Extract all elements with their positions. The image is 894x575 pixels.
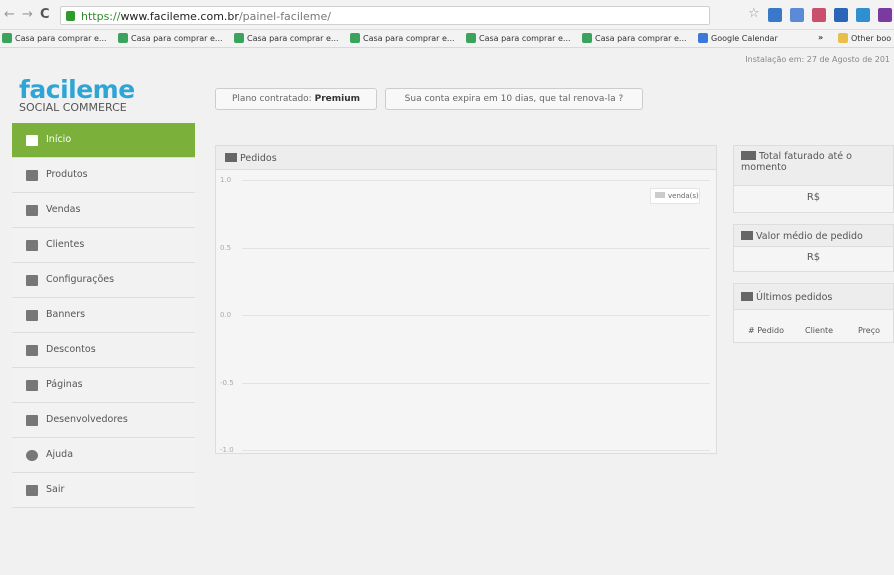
developer-icon xyxy=(26,415,38,426)
back-icon[interactable]: ← xyxy=(4,7,15,22)
chart-legend: venda(s) xyxy=(650,188,700,204)
sidebar-item-clientes[interactable]: Clientes xyxy=(12,228,195,263)
users-icon xyxy=(26,240,38,251)
url-text: https://www.facileme.com.br/painel-facil… xyxy=(81,10,331,23)
line-chart-icon xyxy=(225,153,237,162)
forward-icon[interactable]: → xyxy=(22,7,33,22)
gears-icon xyxy=(26,275,38,286)
average-order-header: Valor médio de pedido xyxy=(734,225,893,247)
legend-label: venda(s) xyxy=(668,192,699,200)
plan-badge: Plano contratado: Premium xyxy=(215,88,377,110)
grid-line xyxy=(242,180,710,181)
extension-icon[interactable] xyxy=(834,8,848,22)
lock-icon xyxy=(66,11,75,21)
bookmark-icon xyxy=(582,33,592,43)
y-tick-label: -1.0 xyxy=(220,446,234,454)
banner-icon xyxy=(26,310,38,321)
bookmark-icon xyxy=(350,33,360,43)
other-bookmarks[interactable]: Other boo xyxy=(838,33,891,43)
money-icon xyxy=(741,151,756,160)
orders-chart: 1.0 0.5 0.0 -0.5 -1.0 xyxy=(216,170,716,454)
total-revenue-header: Total faturado até o momento xyxy=(734,146,893,186)
cart-icon xyxy=(741,292,753,301)
browser-toolbar: ← → C https://www.facileme.com.br/painel… xyxy=(0,0,894,30)
plan-value: Premium xyxy=(314,94,360,104)
y-tick-label: 0.0 xyxy=(220,311,232,319)
extension-icon[interactable] xyxy=(856,8,870,22)
home-icon xyxy=(26,135,38,146)
sidebar-item-vendas[interactable]: Vendas xyxy=(12,193,195,228)
extension-icon[interactable] xyxy=(790,8,804,22)
bookmark-item[interactable]: Casa para comprar e... xyxy=(2,33,107,43)
folder-icon xyxy=(26,170,38,181)
column-header-preco[interactable]: Preço xyxy=(858,326,880,335)
renew-button[interactable]: Sua conta expira em 10 dias, que tal ren… xyxy=(385,88,643,110)
bookmark-item[interactable]: Casa para comprar e... xyxy=(350,33,455,43)
sidebar-item-ajuda[interactable]: Ajuda xyxy=(12,438,195,473)
bookmark-icon xyxy=(466,33,476,43)
page-icon xyxy=(26,380,38,391)
sidebar-item-descontos[interactable]: Descontos xyxy=(12,333,195,368)
logo[interactable]: facileme SOCIAL COMMERCE xyxy=(19,77,135,114)
install-date: Instalação em: 27 de Agosto de 201 xyxy=(745,55,890,64)
extension-icon[interactable] xyxy=(812,8,826,22)
grid-line xyxy=(242,382,710,384)
calendar-icon xyxy=(698,33,708,43)
logout-icon xyxy=(26,485,38,496)
bookmarks-bar: Casa para comprar e... Casa para comprar… xyxy=(0,30,894,48)
tag-icon xyxy=(26,345,38,356)
bookmark-item[interactable]: Casa para comprar e... xyxy=(582,33,687,43)
average-order-panel: Valor médio de pedido R$ xyxy=(733,224,894,272)
extension-icon[interactable] xyxy=(768,8,782,22)
sidebar-item-desenvolvedores[interactable]: Desenvolvedores xyxy=(12,403,195,438)
grid-line xyxy=(242,315,710,316)
sidebar-item-produtos[interactable]: Produtos xyxy=(12,158,195,193)
orders-chart-panel: Pedidos 1.0 0.5 0.0 -0.5 -1.0 venda(s) xyxy=(215,145,717,454)
bookmark-google-calendar[interactable]: Google Calendar xyxy=(698,33,778,43)
sidebar-item-inicio[interactable]: Início xyxy=(12,123,195,158)
sidebar-item-sair[interactable]: Sair xyxy=(12,473,195,508)
legend-swatch xyxy=(655,192,665,198)
sidebar-nav: Início Produtos Vendas Clientes Configur… xyxy=(12,123,195,508)
sidebar-item-configuracoes[interactable]: Configurações xyxy=(12,263,195,298)
y-tick-label: 1.0 xyxy=(220,176,232,184)
bookmark-icon xyxy=(234,33,244,43)
y-tick-label: -0.5 xyxy=(220,378,234,387)
help-icon xyxy=(26,450,38,461)
sidebar-item-paginas[interactable]: Páginas xyxy=(12,368,195,403)
folder-icon xyxy=(838,33,848,43)
bookmark-item[interactable]: Casa para comprar e... xyxy=(118,33,223,43)
sidebar-item-banners[interactable]: Banners xyxy=(12,298,195,333)
bookmark-icon xyxy=(2,33,12,43)
latest-orders-header: Últimos pedidos xyxy=(734,284,893,310)
coins-icon xyxy=(741,231,753,240)
logo-sub: SOCIAL COMMERCE xyxy=(19,101,127,114)
bookmarks-overflow-button[interactable]: » xyxy=(818,33,823,42)
grid-line xyxy=(242,247,710,249)
reload-icon[interactable]: C xyxy=(40,7,50,22)
bookmark-icon xyxy=(118,33,128,43)
total-revenue-value: R$ xyxy=(806,192,821,203)
column-header-cliente[interactable]: Cliente xyxy=(805,326,833,335)
column-header-pedido[interactable]: # Pedido xyxy=(748,326,784,335)
extension-icon[interactable] xyxy=(878,8,892,22)
address-bar[interactable]: https://www.facileme.com.br/painel-facil… xyxy=(60,6,710,25)
grid-line xyxy=(242,450,710,451)
bookmark-item[interactable]: Casa para comprar e... xyxy=(234,33,339,43)
total-revenue-panel: Total faturado até o momento R$ xyxy=(733,145,894,213)
cart-icon xyxy=(26,205,38,216)
logo-main: facileme xyxy=(19,75,135,104)
orders-chart-header: Pedidos xyxy=(216,146,716,170)
y-tick-label: 0.5 xyxy=(220,243,232,252)
star-icon[interactable]: ☆ xyxy=(748,6,760,21)
bookmark-item[interactable]: Casa para comprar e... xyxy=(466,33,571,43)
average-order-value: R$ xyxy=(806,252,821,263)
